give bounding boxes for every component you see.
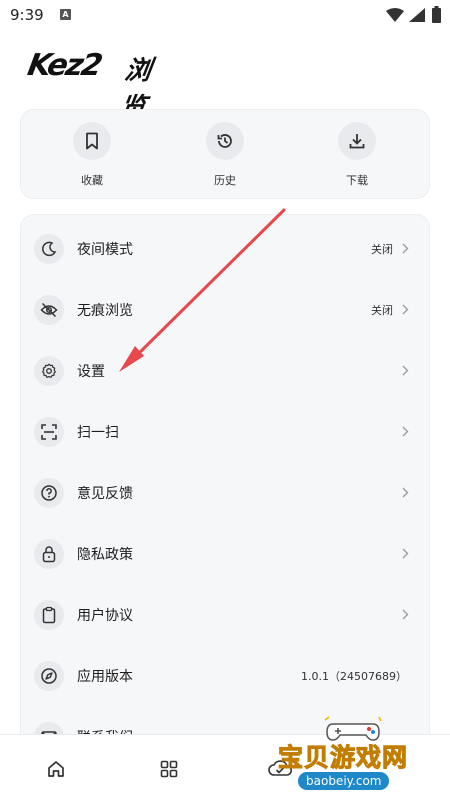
watermark-url: baobeiy.com — [298, 772, 390, 790]
logo-latin-text: Kez2 — [24, 48, 104, 83]
downloads-label: 下载 — [346, 174, 368, 187]
history-icon — [206, 122, 244, 160]
status-time: 9:39 — [10, 6, 44, 24]
history-label: 历史 — [214, 174, 236, 187]
menu-item-incognito[interactable]: 无痕浏览 关闭 — [21, 279, 429, 340]
menu-item-scan[interactable]: 扫一扫 — [21, 401, 429, 462]
scan-icon — [34, 416, 64, 447]
menu-item-label: 夜间模式 — [77, 241, 133, 258]
wifi-icon — [386, 8, 404, 22]
status-bar: 9:39 A — [0, 0, 450, 32]
menu-item-privacy-policy[interactable]: 隐私政策 — [21, 523, 429, 584]
menu-item-label: 隐私政策 — [77, 546, 133, 563]
bookmark-icon — [73, 122, 111, 160]
eye-off-icon — [34, 294, 64, 325]
chevron-right-icon — [399, 608, 411, 622]
compass-icon — [34, 660, 64, 691]
lock-icon — [34, 538, 64, 569]
menu-item-user-agreement[interactable]: 用户协议 — [21, 584, 429, 645]
menu-item-feedback[interactable]: 意见反馈 — [21, 462, 429, 523]
menu-item-label: 意见反馈 — [77, 485, 133, 502]
menu-item-value: 关闭 — [371, 303, 393, 317]
bookmarks-label: 收藏 — [81, 174, 103, 187]
chevron-right-icon — [399, 425, 411, 439]
help-icon — [34, 477, 64, 508]
download-icon — [338, 122, 376, 160]
chevron-right-icon — [399, 242, 411, 256]
bookmarks-button[interactable]: 收藏 — [52, 122, 132, 188]
battery-icon — [432, 6, 441, 23]
quick-actions-card: 收藏 历史 下载 — [20, 109, 430, 199]
settings-menu-card: 夜间模式 关闭 无痕浏览 关闭 设置 扫一扫 意见反馈 隐私政策 用户协议 应用… — [20, 214, 430, 774]
chevron-right-icon — [399, 486, 411, 500]
chevron-right-icon — [399, 303, 411, 317]
clipboard-icon — [34, 599, 64, 630]
menu-item-value: 关闭 — [371, 242, 393, 256]
watermark-logo: 宝贝游戏网 baobeiy.com — [268, 716, 450, 800]
menu-item-label: 无痕浏览 — [77, 302, 133, 319]
grid-icon[interactable] — [155, 755, 183, 783]
moon-icon — [34, 233, 64, 264]
menu-item-label: 设置 — [77, 363, 105, 380]
menu-item-settings[interactable]: 设置 — [21, 340, 429, 401]
a-icon: A — [60, 9, 71, 20]
menu-item-app-version[interactable]: 应用版本 1.0.1（24507689） — [21, 645, 429, 706]
signal-icon — [409, 8, 425, 22]
history-button[interactable]: 历史 — [185, 122, 265, 188]
menu-item-night-mode[interactable]: 夜间模式 关闭 — [21, 218, 429, 279]
downloads-button[interactable]: 下载 — [317, 122, 397, 188]
menu-item-label: 应用版本 — [77, 668, 133, 685]
home-icon[interactable] — [42, 755, 70, 783]
menu-item-label: 用户协议 — [77, 607, 133, 624]
gear-icon — [34, 355, 64, 386]
chevron-right-icon — [399, 364, 411, 378]
chevron-right-icon — [399, 547, 411, 561]
watermark-title: 宝贝游戏网 — [277, 743, 409, 773]
app-version-value: 1.0.1（24507689） — [301, 669, 407, 683]
menu-item-label: 扫一扫 — [77, 424, 119, 441]
